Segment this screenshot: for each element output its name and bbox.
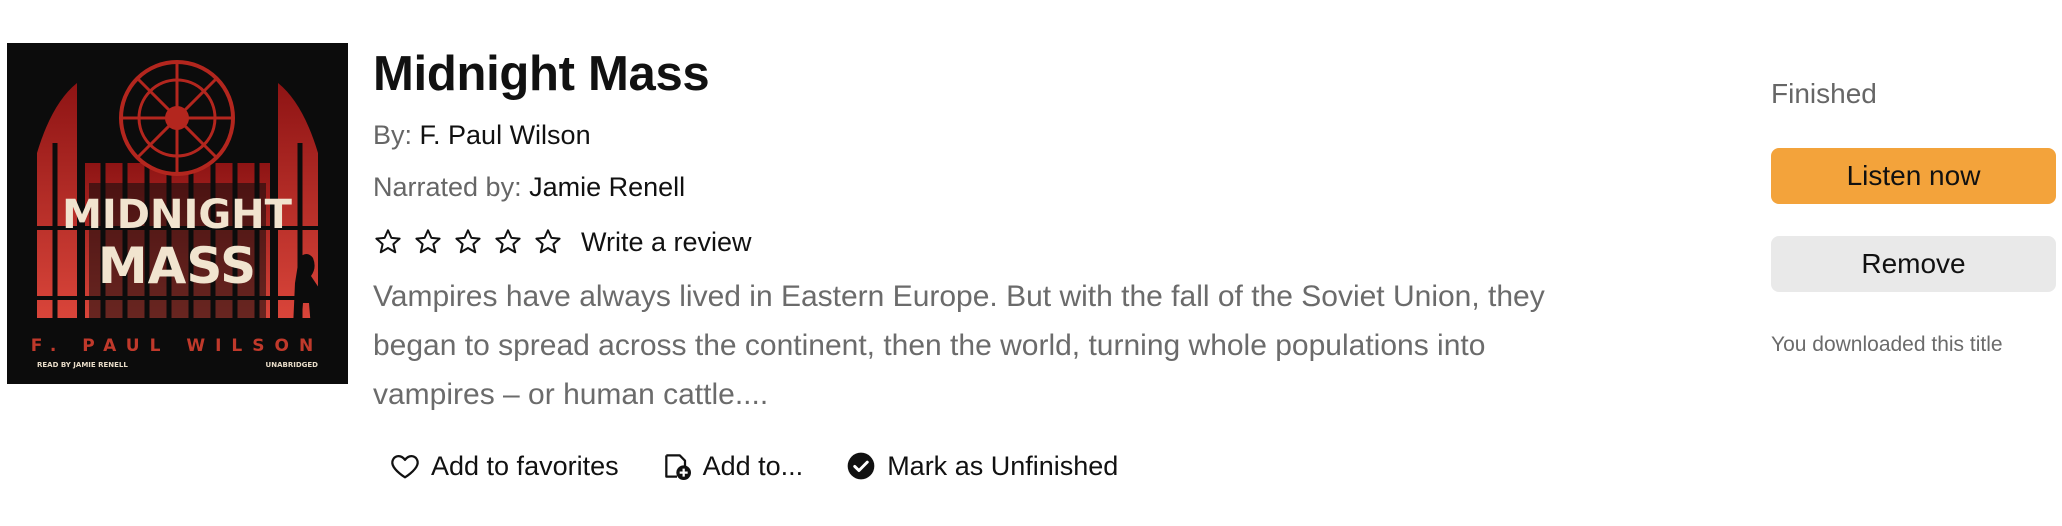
star-icon[interactable] — [453, 227, 483, 257]
rating-row: Write a review — [373, 222, 752, 262]
star-icon[interactable] — [413, 227, 443, 257]
narrator-label: Narrated by: — [373, 172, 522, 202]
book-summary: Vampires have always lived in Eastern Eu… — [373, 280, 1545, 411]
author-label: By: — [373, 120, 413, 150]
book-title[interactable]: Midnight Mass — [373, 46, 710, 102]
author-link[interactable]: F. Paul Wilson — [420, 120, 591, 150]
add-to-favorites-label: Add to favorites — [431, 450, 619, 481]
cover-title-line1: MIDNIGHT — [62, 192, 293, 238]
add-to-label: Add to... — [702, 450, 804, 481]
cover-title-line2: MASS — [98, 237, 256, 295]
cover-narrator: READ BY JAMIE RENELL — [37, 361, 128, 369]
mark-as-unfinished-label: Mark as Unfinished — [887, 450, 1119, 481]
action-row: Add to favorites Add to... Mark as Unfin… — [389, 444, 1160, 488]
book-cover[interactable]: MIDNIGHT MASS F. PAUL WILSON READ BY JAM… — [7, 43, 348, 384]
cover-edition: UNABRIDGED — [266, 361, 319, 369]
mark-as-unfinished-button[interactable]: Mark as Unfinished — [845, 450, 1118, 482]
add-to-button[interactable]: Add to... — [661, 450, 804, 482]
narrator-link[interactable]: Jamie Renell — [529, 172, 685, 202]
write-review-link[interactable]: Write a review — [581, 227, 752, 258]
author-line: By: F. Paul Wilson — [373, 120, 591, 151]
listen-now-button[interactable]: Listen now — [1771, 148, 2056, 204]
heart-icon — [389, 450, 421, 482]
status-label: Finished — [1771, 78, 1877, 109]
add-to-list-icon — [661, 450, 693, 482]
remove-button[interactable]: Remove — [1771, 236, 2056, 292]
star-icon[interactable] — [533, 227, 563, 257]
check-circle-icon — [845, 450, 877, 482]
cover-author: F. PAUL WILSON — [31, 336, 323, 356]
download-note: You downloaded this title — [1771, 333, 2003, 356]
cover-art: MIDNIGHT MASS F. PAUL WILSON READ BY JAM… — [7, 43, 348, 384]
narrator-line: Narrated by: Jamie Renell — [373, 172, 685, 203]
star-icon[interactable] — [373, 227, 403, 257]
add-to-favorites-button[interactable]: Add to favorites — [389, 450, 619, 482]
star-icon[interactable] — [493, 227, 523, 257]
